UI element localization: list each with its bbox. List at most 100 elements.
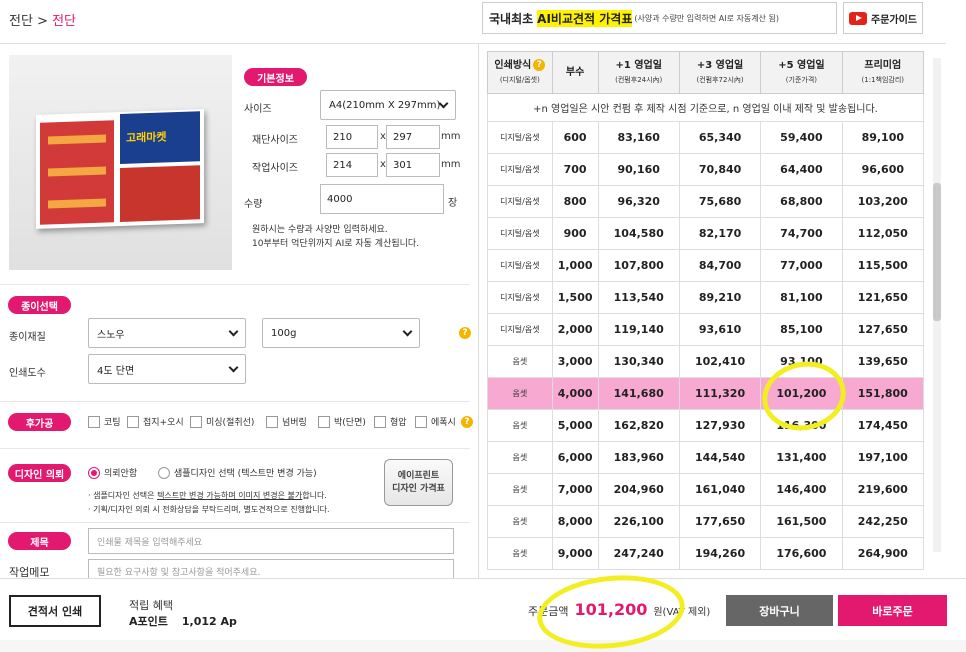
checkbox-foil[interactable]: 박(단면) <box>318 415 366 428</box>
paper-material-select[interactable]: 스노우 <box>88 318 246 348</box>
price-cell[interactable]: 131,400 <box>760 441 843 474</box>
price-cell[interactable]: 75,680 <box>678 185 762 218</box>
table-row[interactable]: 옵셋 8,000 226,100 177,650 161,500 242,250 <box>487 505 925 538</box>
eprint-design-price-button[interactable]: 에이프린트 디자인 가격표 <box>384 459 453 506</box>
price-cell[interactable]: 68,800 <box>760 185 843 218</box>
price-cell[interactable]: 176,600 <box>760 537 843 570</box>
price-cell[interactable]: 119,140 <box>597 313 680 346</box>
price-cell[interactable]: 139,650 <box>841 345 925 378</box>
table-row[interactable]: 디지털/옵셋 800 96,320 75,680 68,800 103,200 <box>487 185 925 218</box>
price-cell[interactable]: 144,540 <box>678 441 762 474</box>
price-cell[interactable]: 115,500 <box>841 249 925 282</box>
price-cell[interactable]: 111,320 <box>678 377 762 410</box>
table-row[interactable]: 옵셋 9,000 247,240 194,260 176,600 264,900 <box>487 537 925 570</box>
price-cell[interactable]: 141,680 <box>597 377 680 410</box>
price-cell[interactable]: 127,930 <box>678 409 762 442</box>
checkbox-coating[interactable]: 코팅 <box>88 415 121 428</box>
checkbox-perforation[interactable]: 미싱(절취선) <box>190 415 254 428</box>
quantity-input[interactable]: 4000 <box>320 184 444 214</box>
table-row[interactable]: 디지털/옵셋 900 104,580 82,170 74,700 112,050 <box>487 217 925 250</box>
price-cell[interactable]: 183,960 <box>597 441 680 474</box>
price-cell[interactable]: 96,320 <box>597 185 680 218</box>
breadcrumb-root[interactable]: 전단 <box>9 14 33 29</box>
table-row[interactable]: 옵셋 7,000 204,960 161,040 146,400 219,600 <box>487 473 925 506</box>
size-select[interactable]: A4(210mm X 297mm) <box>320 90 456 120</box>
price-cell[interactable]: 161,500 <box>760 505 843 538</box>
price-cell[interactable]: 74,700 <box>760 217 843 250</box>
price-cell[interactable]: 226,100 <box>597 505 680 538</box>
price-cell[interactable]: 264,900 <box>841 537 925 570</box>
table-row[interactable]: 디지털/옵셋 2,000 119,140 93,610 85,100 127,650 <box>487 313 925 346</box>
print-color-select[interactable]: 4도 단면 <box>88 354 246 384</box>
quantity-cell: 700 <box>551 153 599 186</box>
price-cell[interactable]: 96,600 <box>841 153 925 186</box>
checkbox-embossing[interactable]: 형압 <box>374 415 407 428</box>
price-cell[interactable]: 77,000 <box>760 249 843 282</box>
checkbox-numbering[interactable]: 넘버링 <box>266 415 307 428</box>
price-cell[interactable]: 89,210 <box>678 281 762 314</box>
table-row[interactable]: 디지털/옵셋 1,500 113,540 89,210 81,100 121,650 <box>487 281 925 314</box>
price-cell[interactable]: 85,100 <box>760 313 843 346</box>
price-cell[interactable]: 70,840 <box>678 153 762 186</box>
table-row[interactable]: 디지털/옵셋 700 90,160 70,840 64,400 96,600 <box>487 153 925 186</box>
price-cell[interactable]: 174,450 <box>841 409 925 442</box>
price-cell[interactable]: 104,580 <box>597 217 680 250</box>
price-cell[interactable]: 112,050 <box>841 217 925 250</box>
price-cell[interactable]: 162,820 <box>597 409 680 442</box>
price-table-scroll-thumb[interactable] <box>933 183 941 321</box>
help-icon[interactable]: ? <box>459 327 471 339</box>
price-cell[interactable]: 84,700 <box>678 249 762 282</box>
price-cell[interactable]: 64,400 <box>760 153 843 186</box>
price-cell[interactable]: 204,960 <box>597 473 680 506</box>
order-now-button[interactable]: 바로주문 <box>838 595 947 626</box>
checkbox-folding[interactable]: 접지+오시 <box>127 415 184 428</box>
price-cell[interactable]: 103,200 <box>841 185 925 218</box>
price-cell[interactable]: 93,610 <box>678 313 762 346</box>
price-cell[interactable]: 107,800 <box>597 249 680 282</box>
work-width-input[interactable]: 214 <box>326 153 378 177</box>
radio-sample-design[interactable]: 샘플디자인 선택 (텍스트만 변경 가능) <box>158 466 317 479</box>
paper-weight-select[interactable]: 100g <box>262 318 420 348</box>
price-cell[interactable]: 89,100 <box>841 121 925 154</box>
price-cell[interactable]: 82,170 <box>678 217 762 250</box>
print-estimate-button[interactable]: 견적서 인쇄 <box>9 595 101 627</box>
table-row[interactable]: 옵셋 3,000 130,340 102,410 93,100 139,650 <box>487 345 925 378</box>
add-to-cart-button[interactable]: 장바구니 <box>726 595 833 626</box>
price-cell[interactable]: 130,340 <box>597 345 680 378</box>
print-method-cell: 옵셋 <box>487 441 553 474</box>
price-cell[interactable]: 161,040 <box>678 473 762 506</box>
price-cell[interactable]: 113,540 <box>597 281 680 314</box>
table-row[interactable]: 디지털/옵셋 1,000 107,800 84,700 77,000 115,500 <box>487 249 925 282</box>
price-cell[interactable]: 65,340 <box>678 121 762 154</box>
cut-width-input[interactable]: 210 <box>326 125 378 149</box>
cut-height-input[interactable]: 297 <box>386 125 440 149</box>
price-cell[interactable]: 242,250 <box>841 505 925 538</box>
price-cell[interactable]: 81,100 <box>760 281 843 314</box>
table-row[interactable]: 옵셋 5,000 162,820 127,930 116,300 174,450 <box>487 409 925 442</box>
price-cell[interactable]: 127,650 <box>841 313 925 346</box>
price-cell[interactable]: 151,800 <box>841 377 925 410</box>
help-icon[interactable]: ? <box>533 58 546 71</box>
price-cell[interactable]: 102,410 <box>678 345 762 378</box>
help-icon[interactable]: ? <box>461 416 473 428</box>
order-guide-button[interactable]: 주문가이드 <box>843 2 923 34</box>
table-row[interactable]: 옵셋 4,000 141,680 111,320 101,200 151,800 <box>487 377 925 410</box>
checkbox-epoxy[interactable]: 에폭시 <box>415 415 456 428</box>
radio-no-design[interactable]: 의뢰안함 <box>88 466 137 479</box>
price-cell[interactable]: 83,160 <box>597 121 680 154</box>
header-main: 프리미엄 <box>864 59 902 71</box>
radio-dot <box>88 466 100 479</box>
price-cell[interactable]: 194,260 <box>678 537 762 570</box>
price-cell[interactable]: 59,400 <box>760 121 843 154</box>
table-row[interactable]: 디지털/옵셋 600 83,160 65,340 59,400 89,100 <box>487 121 925 154</box>
price-cell[interactable]: 219,600 <box>841 473 925 506</box>
price-cell[interactable]: 121,650 <box>841 281 925 314</box>
price-cell[interactable]: 177,650 <box>678 505 762 538</box>
price-cell[interactable]: 247,240 <box>597 537 680 570</box>
table-row[interactable]: 옵셋 6,000 183,960 144,540 131,400 197,100 <box>487 441 925 474</box>
price-cell[interactable]: 146,400 <box>760 473 843 506</box>
title-input[interactable]: 인쇄물 제목을 입력해주세요 <box>88 528 454 554</box>
price-cell[interactable]: 90,160 <box>597 153 680 186</box>
price-cell[interactable]: 197,100 <box>841 441 925 474</box>
work-height-input[interactable]: 301 <box>386 153 440 177</box>
